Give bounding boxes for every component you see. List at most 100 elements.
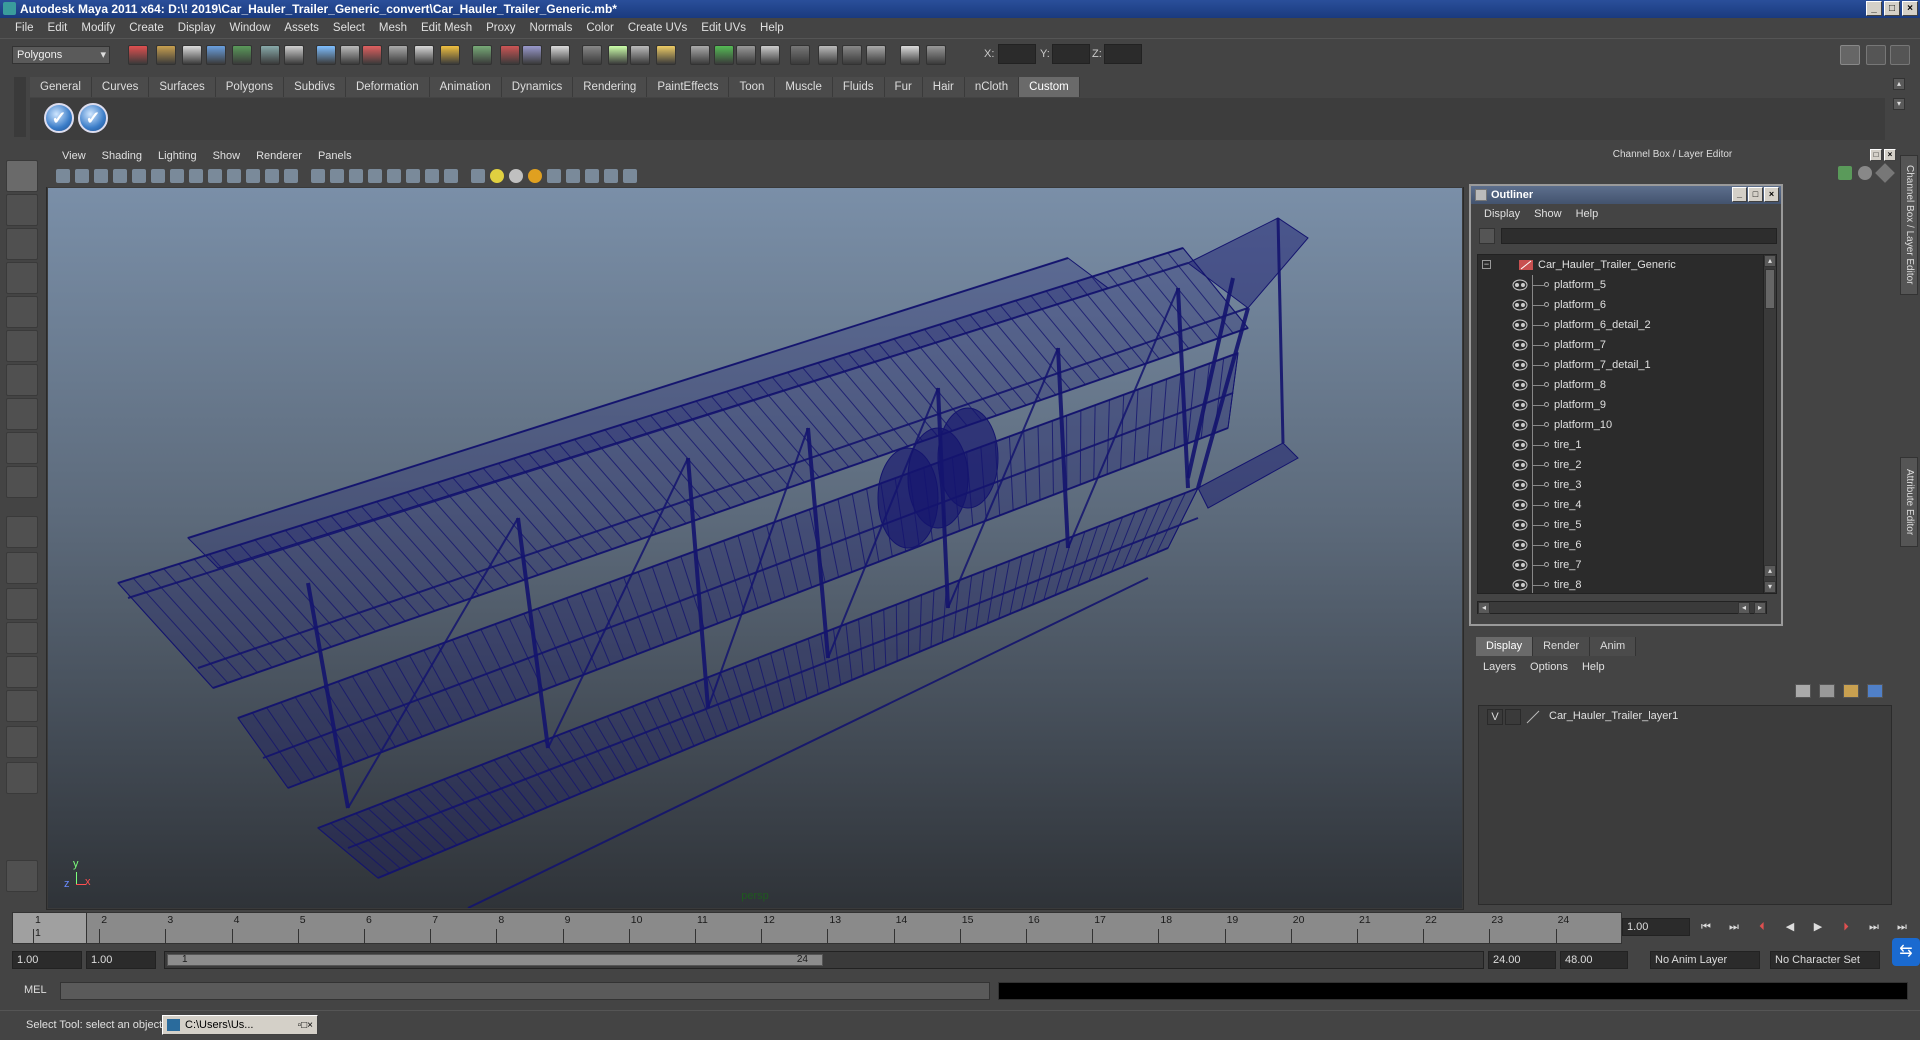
go-to-end-icon[interactable]: ⏭ [1894, 919, 1910, 935]
channel-box-toggle-icon[interactable] [1840, 45, 1860, 65]
menu-help[interactable]: Help [753, 22, 791, 34]
list-item[interactable]: tire_1 [1478, 435, 1766, 455]
range-slider[interactable]: 1 24 [164, 951, 1484, 969]
list-item[interactable]: tire_7 [1478, 555, 1766, 575]
render-layout-icon[interactable] [6, 690, 38, 722]
collapse-toggle[interactable]: − [1482, 260, 1491, 269]
new-layer-icon[interactable] [1795, 684, 1811, 698]
viewport-tool-icon-21[interactable] [444, 169, 458, 183]
viewport-tool-icon-4[interactable] [113, 169, 127, 183]
layer-visibility-toggle[interactable]: V [1487, 709, 1503, 725]
channel-box-close-button[interactable]: × [1884, 149, 1896, 161]
tab-animation[interactable]: Animation [429, 77, 502, 97]
x-field[interactable] [998, 44, 1036, 64]
viewport-tool-icon-22[interactable] [471, 169, 485, 183]
end-time-field[interactable]: 48.00 [1560, 951, 1628, 969]
minimize-button[interactable]: _ [1866, 1, 1882, 16]
go-to-start-icon[interactable]: ⏮ [1698, 919, 1714, 935]
menu-display[interactable]: Display [171, 22, 223, 34]
outliner-vertical-scrollbar[interactable]: ▴ ▴ ▾ [1763, 254, 1777, 594]
tool-settings-toggle-icon[interactable] [1866, 45, 1886, 65]
show-manip-tool-icon[interactable] [6, 432, 38, 464]
command-language-label[interactable]: MEL [24, 984, 47, 996]
vp-menu-show[interactable]: Show [205, 150, 249, 162]
channel-box-float-button[interactable]: □ [1870, 149, 1882, 161]
viewport-tool-icon-10[interactable] [227, 169, 241, 183]
character-set-select[interactable]: No Character Set [1770, 951, 1880, 969]
play-forward-icon[interactable]: ▶ [1810, 919, 1826, 935]
ol-menu-display[interactable]: Display [1477, 208, 1527, 220]
ol-menu-show[interactable]: Show [1527, 208, 1569, 220]
menu-normals[interactable]: Normals [523, 22, 580, 34]
outliner-root-item[interactable]: − Car_Hauler_Trailer_Generic [1478, 255, 1766, 275]
menu-mesh[interactable]: Mesh [372, 22, 414, 34]
manipulator-tool-icon[interactable] [6, 364, 38, 396]
side-tab-attribute-editor[interactable]: Attribute Editor [1900, 457, 1918, 547]
maximize-button[interactable]: □ [1884, 1, 1900, 16]
status-tool-icon-31[interactable] [926, 45, 946, 65]
teamviewer-tray-icon[interactable]: ⇆ [1892, 938, 1920, 966]
viewport-tool-icon-19[interactable] [406, 169, 420, 183]
tab-painteffects[interactable]: PaintEffects [647, 77, 730, 97]
status-tool-icon-5[interactable] [232, 45, 252, 65]
rotate-tool-icon[interactable] [6, 296, 38, 328]
viewport-tool-icon-20[interactable] [425, 169, 439, 183]
tab-rendering[interactable]: Rendering [573, 77, 648, 97]
viewport-tool-icon-6[interactable] [151, 169, 165, 183]
anim-layer-select[interactable]: No Anim Layer [1650, 951, 1760, 969]
status-tool-icon-25[interactable] [760, 45, 780, 65]
tab-curves[interactable]: Curves [91, 77, 150, 97]
play-backward-icon[interactable]: ◀ [1782, 919, 1798, 935]
status-tool-icon-3[interactable] [182, 45, 202, 65]
status-tool-icon-24[interactable] [736, 45, 756, 65]
channel-icon-2[interactable] [1858, 166, 1872, 180]
status-tool-icon-21[interactable] [656, 45, 676, 65]
viewport-tool-icon-16[interactable] [349, 169, 363, 183]
status-tool-icon-7[interactable] [284, 45, 304, 65]
menu-select[interactable]: Select [326, 22, 372, 34]
step-back-key-icon[interactable]: ⏭ [1726, 919, 1742, 935]
layer-menu-layers[interactable]: Layers [1476, 658, 1523, 676]
viewport-tool-icon-1[interactable] [56, 169, 70, 183]
viewport-tool-icon-9[interactable] [208, 169, 222, 183]
last-tool-icon[interactable] [6, 466, 38, 498]
status-tool-icon-22[interactable] [690, 45, 710, 65]
minimized-window-controls[interactable]: ▫□× [298, 1017, 313, 1035]
select-tool-icon[interactable] [6, 160, 38, 192]
viewport-tool-icon-11[interactable] [246, 169, 260, 183]
list-item[interactable]: tire_2 [1478, 455, 1766, 475]
viewport-tool-icon-7[interactable] [170, 169, 184, 183]
list-item[interactable]: platform_7_detail_1 [1478, 355, 1766, 375]
side-tab-channel-box[interactable]: Channel Box / Layer Editor [1900, 155, 1918, 295]
status-tool-icon-11[interactable] [388, 45, 408, 65]
command-input[interactable] [60, 982, 990, 1000]
channel-icon-3[interactable] [1875, 163, 1895, 183]
outliner-filter-icon[interactable] [1479, 228, 1495, 244]
list-item[interactable]: tire_4 [1478, 495, 1766, 515]
vp-menu-shading[interactable]: Shading [94, 150, 150, 162]
viewport-tool-icon-17[interactable] [368, 169, 382, 183]
viewport-tool-icon-27[interactable] [566, 169, 580, 183]
status-tool-icon-14[interactable] [472, 45, 492, 65]
viewport-tool-icon-28[interactable] [585, 169, 599, 183]
playback-start-field[interactable]: 1.00 [86, 951, 156, 969]
viewport-tool-icon-18[interactable] [387, 169, 401, 183]
outliner-maximize-button[interactable]: □ [1748, 187, 1763, 202]
tab-subdivs[interactable]: Subdivs [284, 77, 346, 97]
single-pane-layout-icon[interactable] [6, 516, 38, 548]
shelf-menu-handle[interactable] [14, 77, 26, 137]
vp-menu-renderer[interactable]: Renderer [248, 150, 310, 162]
outliner-close-button[interactable]: × [1764, 187, 1779, 202]
vp-menu-view[interactable]: View [54, 150, 94, 162]
layer-row[interactable]: V Car_Hauler_Trailer_layer1 [1481, 708, 1889, 726]
tab-custom[interactable]: Custom [1019, 77, 1080, 97]
status-tool-icon-6[interactable] [260, 45, 280, 65]
new-layer-selected-icon[interactable] [1819, 684, 1835, 698]
vp-menu-lighting[interactable]: Lighting [150, 150, 205, 162]
list-item[interactable]: platform_6_detail_2 [1478, 315, 1766, 335]
move-tool-icon[interactable] [6, 262, 38, 294]
list-item[interactable]: tire_5 [1478, 515, 1766, 535]
layer-type-toggle[interactable] [1505, 709, 1521, 725]
viewport-tool-icon-13[interactable] [284, 169, 298, 183]
viewport-tool-icon-29[interactable] [604, 169, 618, 183]
